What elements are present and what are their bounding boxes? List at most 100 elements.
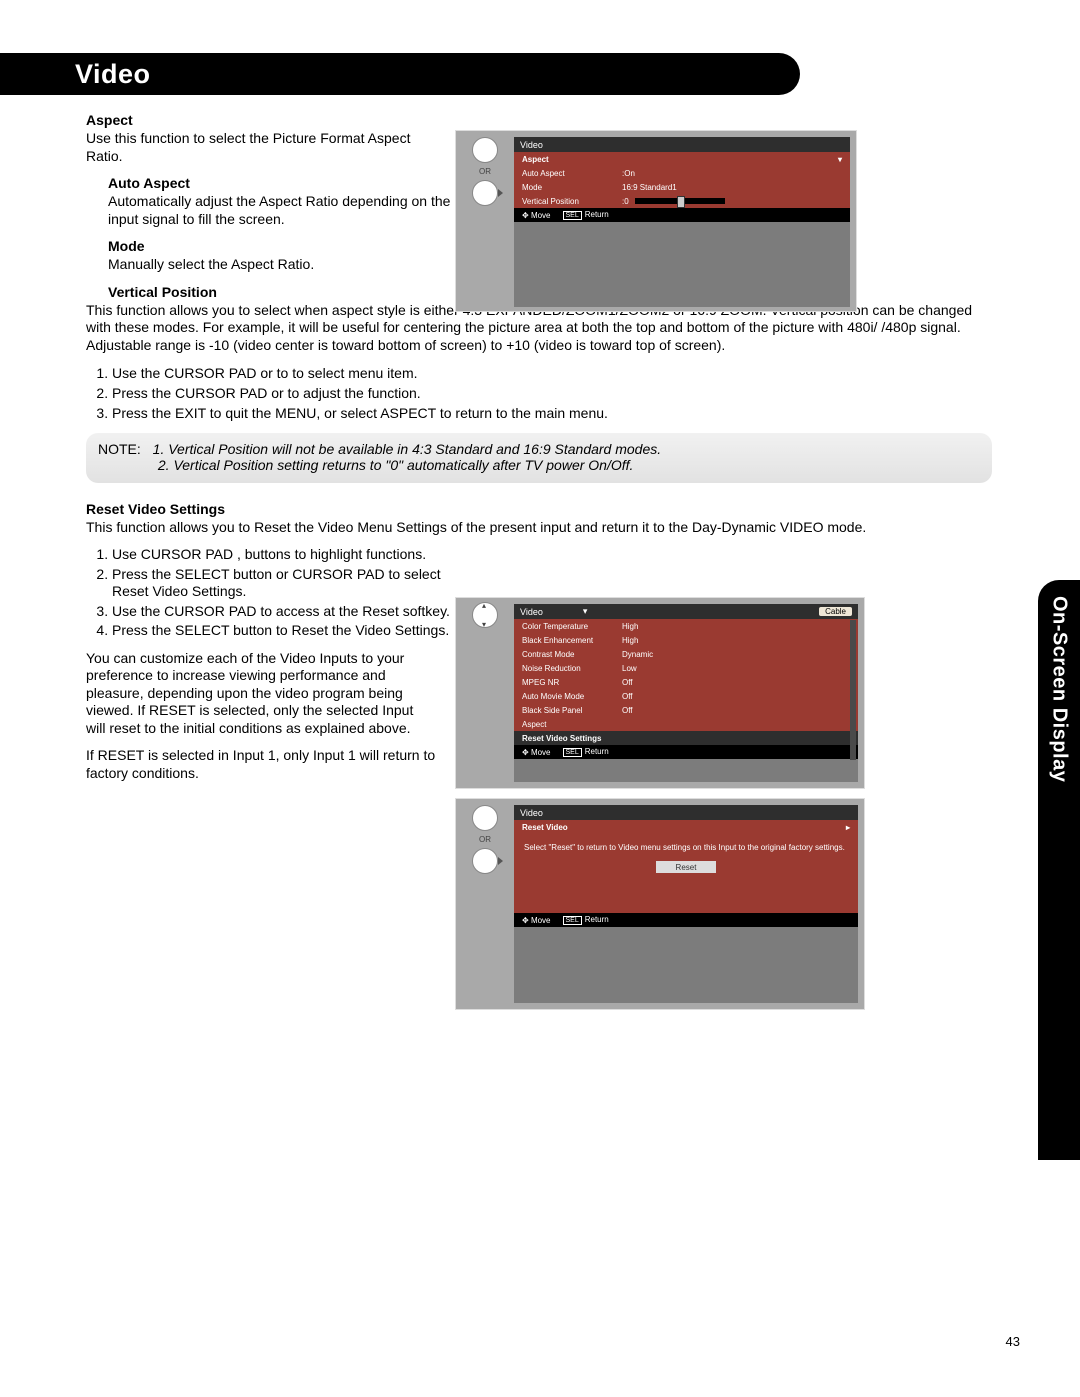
list-item: Use CURSOR PAD , buttons to highlight fu…	[112, 546, 462, 564]
or-label: OR	[479, 167, 491, 176]
osd-val: On	[624, 169, 842, 178]
side-tab: On-Screen Display	[1038, 580, 1080, 1160]
osd-row: Vertical Position : 0	[514, 194, 850, 208]
text-auto-body: Automatically adjust the Aspect Ratio de…	[108, 193, 458, 228]
osd-key: Color Temperature	[522, 622, 622, 631]
list-item: Use the CURSOR PAD to access at the Rese…	[112, 603, 462, 621]
cable-badge: Cable	[819, 607, 852, 616]
section-header: Video	[0, 53, 800, 95]
text-reset-p1: You can customize each of the Video Inpu…	[86, 650, 436, 738]
remote-button-arrow	[472, 848, 498, 874]
osd-row: Contrast ModeDynamic	[514, 647, 858, 661]
remote-button-top	[472, 805, 498, 831]
osd-row: Black EnhancementHigh	[514, 633, 858, 647]
osd-key: Mode	[522, 183, 622, 192]
remote-buttons: ▴ ▾	[462, 602, 508, 628]
osd-title-bar: Video ▾ Cable	[514, 604, 858, 619]
osd-menu-label: Reset Video	[522, 823, 568, 832]
osd-reset-confirm: OR Video Reset Video ▸ Select "Reset" to…	[455, 798, 865, 1010]
osd-reset-label: Reset Video Settings	[522, 734, 601, 743]
list-item: Press the EXIT to quit the MENU, or sele…	[112, 404, 992, 422]
osd-panel: Video Aspect ▾ Auto Aspect : On Mode 16:…	[514, 137, 850, 307]
hint-sel: SEL	[563, 211, 582, 220]
note-line-2: 2. Vertical Position setting returns to …	[158, 457, 634, 473]
remote-button-top	[472, 137, 498, 163]
hint-return: Return	[585, 747, 609, 756]
text-reset-p2: If RESET is selected in Input 1, only In…	[86, 747, 436, 782]
osd-video-list: ▴ ▾ Video ▾ Cable Color TemperatureHigh …	[455, 597, 865, 789]
remote-dpad-icon: ▴ ▾	[472, 602, 498, 628]
osd-key: Auto Movie Mode	[522, 692, 622, 701]
note-box: NOTE: 1. Vertical Position will not be a…	[86, 433, 992, 483]
list-item: Press the SELECT button or CURSOR PAD to…	[112, 566, 462, 601]
osd-title: Video	[520, 607, 543, 617]
osd-hint-bar: ✥ Move SELReturn	[514, 208, 850, 222]
osd-key: Aspect	[522, 720, 622, 729]
osd-val: Off	[622, 678, 850, 687]
aspect-steps: Use the CURSOR PAD or to to select menu …	[86, 364, 992, 423]
hint-return: Return	[585, 915, 609, 924]
osd-key: MPEG NR	[522, 678, 622, 687]
osd-key: Vertical Position	[522, 197, 622, 206]
osd-key: Black Side Panel	[522, 706, 622, 715]
list-item: Press the SELECT button to Reset the Vid…	[112, 622, 462, 640]
reset-button: Reset	[656, 861, 716, 873]
osd-key: Black Enhancement	[522, 636, 622, 645]
text-aspect-body: Use this function to select the Picture …	[86, 130, 436, 165]
osd-row: MPEG NROff	[514, 675, 858, 689]
note-lead: NOTE:	[98, 441, 149, 457]
osd-row: Mode 16:9 Standard1	[514, 180, 850, 194]
osd-val: High	[622, 622, 850, 631]
reset-steps: Use CURSOR PAD , buttons to highlight fu…	[86, 546, 462, 640]
remote-buttons: OR	[462, 805, 508, 874]
side-tab-label: On-Screen Display	[1048, 596, 1071, 1160]
osd-key: Contrast Mode	[522, 650, 622, 659]
remote-button-arrow	[472, 180, 498, 206]
osd-val: Low	[622, 664, 850, 673]
osd-row: Noise ReductionLow	[514, 661, 858, 675]
osd-val: 0	[624, 197, 628, 206]
list-item: Press the CURSOR PAD or to adjust the fu…	[112, 384, 992, 402]
list-item: Use the CURSOR PAD or to to select menu …	[112, 364, 992, 382]
hint-return: Return	[585, 210, 609, 219]
text-reset-intro: This function allows you to Reset the Vi…	[86, 519, 992, 537]
osd-row-selected: Reset Video Settings	[514, 731, 858, 745]
osd-message: Select "Reset" to return to Video menu s…	[514, 834, 858, 855]
hint-move: Move	[531, 916, 551, 925]
text-mode-body: Manually select the Aspect Ratio.	[108, 256, 458, 274]
hint-move: Move	[531, 748, 551, 757]
osd-key: Noise Reduction	[522, 664, 622, 673]
osd-menu-row: Aspect ▾	[514, 152, 850, 166]
osd-panel: Video Reset Video ▸ Select "Reset" to re…	[514, 805, 858, 1003]
osd-menu-row: Reset Video ▸	[514, 820, 858, 834]
or-label: OR	[479, 835, 491, 844]
hint-sel: SEL	[563, 748, 582, 757]
heading-reset: Reset Video Settings	[86, 501, 992, 517]
heading-aspect: Aspect	[86, 112, 992, 128]
osd-menu-label: Aspect	[522, 155, 549, 164]
osd-row: Black Side PanelOff	[514, 703, 858, 717]
manual-page: Video On-Screen Display Aspect Use this …	[0, 0, 1080, 1397]
osd-title: Video	[514, 137, 850, 152]
note-line-1: 1. Vertical Position will not be availab…	[153, 441, 661, 457]
osd-aspect: OR Video Aspect ▾ Auto Aspect : On Mode …	[455, 130, 857, 312]
osd-val: 16:9 Standard1	[622, 183, 842, 192]
osd-val: Off	[622, 692, 850, 701]
section-title: Video	[75, 59, 151, 90]
osd-row: Aspect	[514, 717, 858, 731]
osd-key: Auto Aspect	[522, 169, 622, 178]
osd-val: Off	[622, 706, 850, 715]
remote-buttons: OR	[462, 137, 508, 206]
osd-hint-bar: ✥ Move SELReturn	[514, 913, 858, 927]
hint-sel: SEL	[563, 916, 582, 925]
scrollbar-icon	[850, 620, 856, 760]
page-number: 43	[1006, 1334, 1020, 1349]
osd-val: High	[622, 636, 850, 645]
osd-hint-bar: ✥ Move SELReturn	[514, 745, 858, 759]
slider-icon	[635, 198, 725, 204]
hint-move: Move	[531, 211, 551, 220]
osd-row: Color TemperatureHigh	[514, 619, 858, 633]
osd-panel: Video ▾ Cable Color TemperatureHigh Blac…	[514, 604, 858, 782]
osd-val: Dynamic	[622, 650, 850, 659]
osd-row: Auto Aspect : On	[514, 166, 850, 180]
